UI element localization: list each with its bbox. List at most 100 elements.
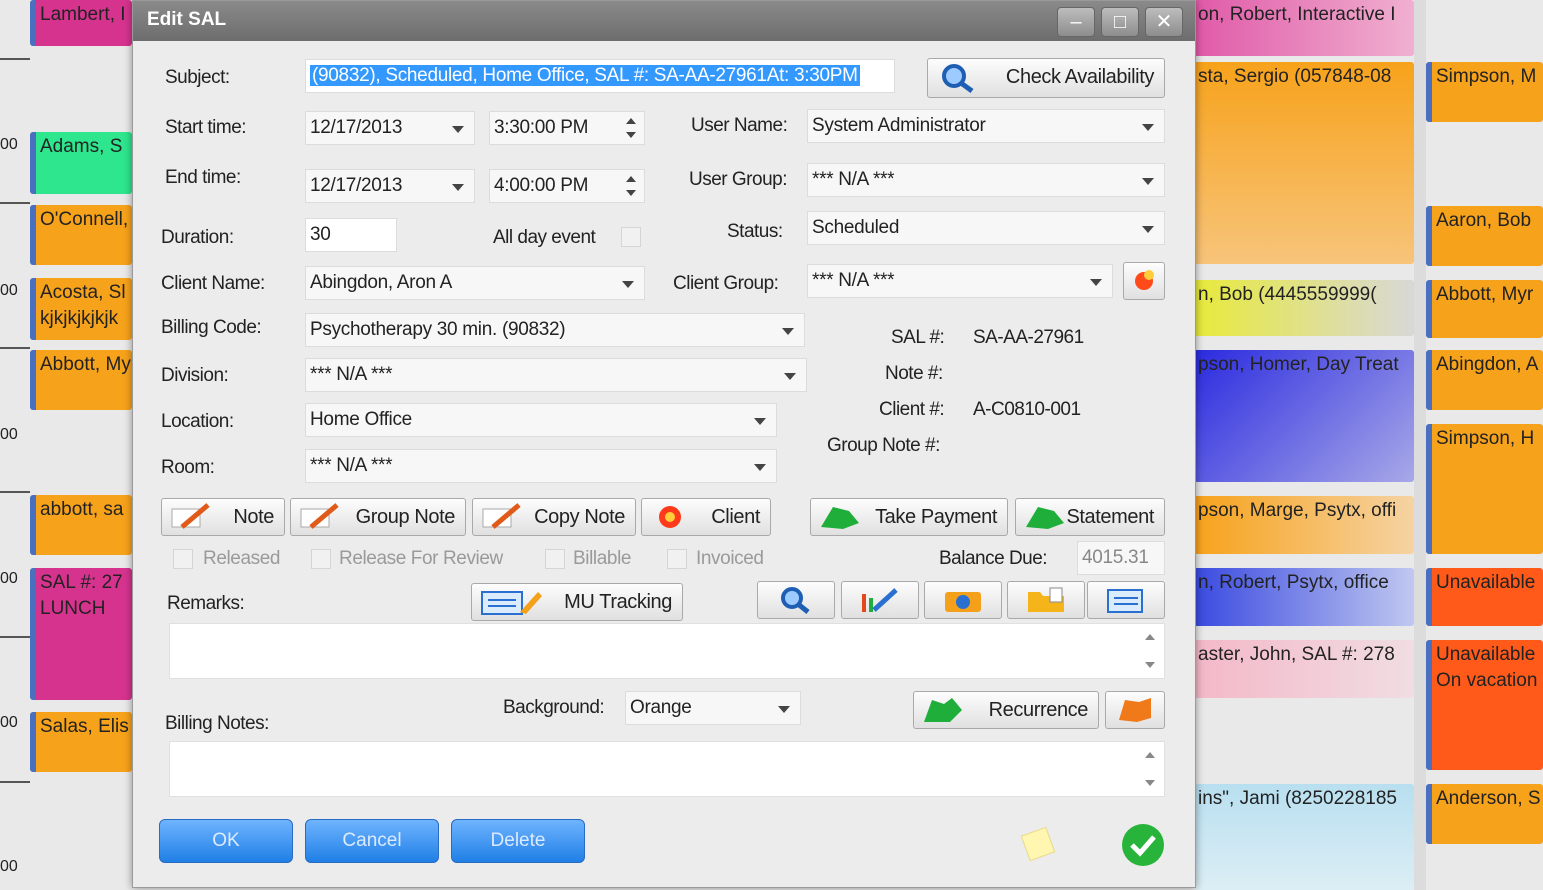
scroll-up-icon[interactable] bbox=[1145, 752, 1155, 758]
appointment[interactable]: SAL #: 27 LUNCH bbox=[30, 568, 132, 700]
billing-notes-textarea[interactable] bbox=[169, 741, 1165, 797]
time-label: 00 bbox=[0, 714, 18, 731]
room-select[interactable]: *** N/A *** bbox=[305, 449, 777, 483]
flower-icon bbox=[659, 506, 681, 528]
check-availability-button[interactable]: Check Availability bbox=[927, 58, 1165, 98]
billing-notes-scrollbar[interactable] bbox=[1140, 746, 1160, 792]
remarks-textarea[interactable] bbox=[169, 623, 1165, 679]
take-payment-button[interactable]: Take Payment bbox=[810, 498, 1008, 536]
checkmark-icon[interactable] bbox=[1119, 821, 1167, 869]
appointment[interactable]: Abingdon, A bbox=[1426, 350, 1543, 410]
client-group-select[interactable]: *** N/A *** bbox=[807, 264, 1113, 298]
room-label: Room: bbox=[161, 457, 215, 478]
appointment[interactable]: Abbott, My bbox=[30, 350, 132, 410]
chart-edit-button[interactable] bbox=[841, 581, 919, 619]
appointment[interactable]: Simpson, H bbox=[1426, 424, 1543, 554]
mu-tracking-button[interactable]: MU Tracking bbox=[471, 583, 683, 621]
appointment[interactable]: Abbott, Myr bbox=[1426, 280, 1543, 338]
invoiced-checkbox[interactable] bbox=[667, 549, 687, 569]
time-gridline bbox=[0, 636, 30, 638]
scroll-up-icon[interactable] bbox=[1145, 634, 1155, 640]
time-gridline bbox=[0, 781, 30, 783]
appointment[interactable]: sta, Sergio (057848-08 bbox=[1194, 62, 1414, 264]
note-button[interactable]: Note bbox=[161, 498, 285, 536]
released-checkbox[interactable] bbox=[173, 549, 193, 569]
copy-note-button[interactable]: Copy Note bbox=[472, 498, 636, 536]
scroll-down-icon[interactable] bbox=[1145, 662, 1155, 668]
delete-button[interactable]: Delete bbox=[451, 819, 585, 863]
end-time-spinner[interactable]: 4:00:00 PM bbox=[489, 169, 645, 203]
client-name-label: Client Name: bbox=[161, 273, 265, 294]
appointment[interactable]: aster, John, SAL #: 278 bbox=[1194, 640, 1414, 698]
duration-input[interactable]: 30 bbox=[305, 218, 397, 252]
sticky-note-icon[interactable] bbox=[1019, 825, 1059, 865]
user-group-select[interactable]: *** N/A *** bbox=[807, 163, 1165, 197]
appointment[interactable]: Aaron, Bob bbox=[1426, 206, 1543, 266]
appointment[interactable]: Acosta, Sl kjkjkjkjkjk bbox=[30, 278, 132, 340]
appointment[interactable]: Simpson, M bbox=[1426, 62, 1543, 122]
user-name-select[interactable]: System Administrator bbox=[807, 109, 1165, 143]
status-label: Status: bbox=[727, 221, 783, 242]
group-note-number-label: Group Note #: bbox=[827, 435, 940, 456]
appointment[interactable]: Unavailable bbox=[1426, 568, 1543, 626]
appointment[interactable]: Unavailable On vacation bbox=[1426, 640, 1543, 770]
client-group-label: Client Group: bbox=[673, 273, 779, 294]
close-button[interactable]: ✕ bbox=[1145, 7, 1183, 37]
end-time-label: End time: bbox=[165, 167, 241, 188]
subject-input[interactable]: (90832), Scheduled, Home Office, SAL #: … bbox=[305, 59, 895, 93]
spin-up-icon[interactable] bbox=[626, 176, 636, 182]
billing-code-label: Billing Code: bbox=[161, 317, 262, 338]
start-date-picker[interactable]: 12/17/2013 bbox=[305, 111, 475, 145]
appointment[interactable]: on, Robert, Interactive I bbox=[1194, 0, 1414, 56]
ok-button[interactable]: OK bbox=[159, 819, 293, 863]
recurrence-delete-button[interactable] bbox=[1105, 691, 1165, 729]
appointment[interactable]: pson, Homer, Day Treat bbox=[1194, 350, 1414, 482]
end-date-picker[interactable]: 12/17/2013 bbox=[305, 169, 475, 203]
scroll-down-icon[interactable] bbox=[1145, 780, 1155, 786]
spin-down-icon[interactable] bbox=[626, 190, 636, 196]
client-group-button[interactable] bbox=[1123, 262, 1165, 300]
dialog-titlebar[interactable]: Edit SAL – □ ✕ bbox=[133, 1, 1195, 41]
division-select[interactable]: *** N/A *** bbox=[305, 358, 807, 392]
billable-checkbox[interactable] bbox=[545, 549, 565, 569]
client-name-select[interactable]: Abingdon, Aron A bbox=[305, 266, 645, 300]
client-number-label: Client #: bbox=[879, 399, 945, 420]
background-select[interactable]: Orange bbox=[625, 691, 801, 725]
release-for-review-checkbox[interactable] bbox=[311, 549, 331, 569]
appointment[interactable]: Lambert, I bbox=[30, 0, 132, 46]
camera-button[interactable] bbox=[924, 581, 1002, 619]
appointment[interactable]: O'Connell, bbox=[30, 205, 132, 265]
remarks-scrollbar[interactable] bbox=[1140, 628, 1160, 674]
appointment[interactable]: n, Robert, Psytx, office bbox=[1194, 568, 1414, 626]
appointment[interactable]: Anderson, S bbox=[1426, 784, 1543, 844]
spin-up-icon[interactable] bbox=[626, 118, 636, 124]
client-button[interactable]: Client bbox=[641, 498, 771, 536]
edit-sal-dialog: Edit SAL – □ ✕ Subject: (90832), Schedul… bbox=[132, 0, 1196, 888]
appointment[interactable]: abbott, sa bbox=[30, 495, 132, 555]
location-label: Location: bbox=[161, 411, 234, 432]
appointment[interactable]: ins", Jami (8250228185 bbox=[1194, 784, 1414, 890]
billing-code-select[interactable]: Psychotherapy 30 min. (90832) bbox=[305, 313, 805, 347]
recurrence-button[interactable]: Recurrence bbox=[913, 691, 1099, 729]
location-select[interactable]: Home Office bbox=[305, 403, 777, 437]
balance-due-label: Balance Due: bbox=[939, 548, 1048, 569]
pencil-icon bbox=[171, 503, 210, 529]
appointment[interactable]: Salas, Elis bbox=[30, 712, 132, 772]
minimize-button[interactable]: – bbox=[1057, 7, 1095, 37]
appointment[interactable]: pson, Marge, Psytx, offi bbox=[1194, 496, 1414, 554]
appointment[interactable]: n, Bob (4445559999( bbox=[1194, 280, 1414, 336]
group-note-button[interactable]: Group Note bbox=[290, 498, 466, 536]
start-time-spinner[interactable]: 3:30:00 PM bbox=[489, 111, 645, 145]
recurrence-icon bbox=[924, 698, 962, 722]
folder-button[interactable] bbox=[1007, 581, 1085, 619]
appointment[interactable]: Adams, S bbox=[30, 132, 132, 194]
status-select[interactable]: Scheduled bbox=[807, 211, 1165, 245]
spin-down-icon[interactable] bbox=[626, 132, 636, 138]
statement-button[interactable]: Statement bbox=[1015, 498, 1165, 536]
maximize-button[interactable]: □ bbox=[1101, 7, 1139, 37]
note-number-label: Note #: bbox=[885, 363, 943, 384]
search-button[interactable] bbox=[757, 581, 835, 619]
all-day-checkbox[interactable] bbox=[621, 227, 641, 247]
list-button[interactable] bbox=[1087, 581, 1165, 619]
cancel-button[interactable]: Cancel bbox=[305, 819, 439, 863]
